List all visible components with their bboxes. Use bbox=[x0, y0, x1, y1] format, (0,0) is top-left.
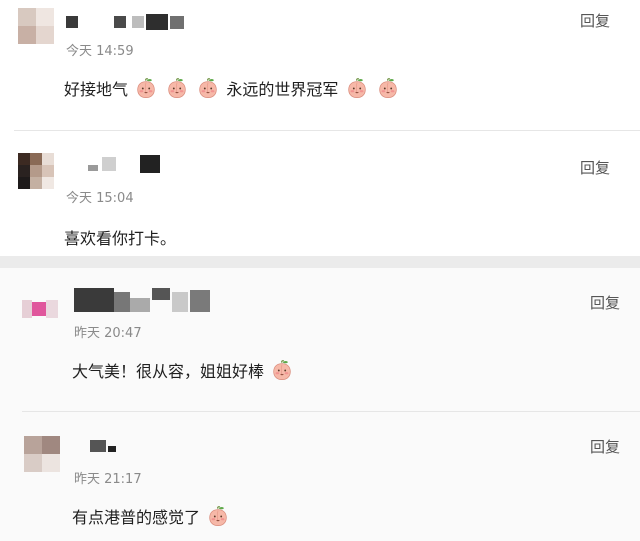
username[interactable] bbox=[66, 14, 186, 34]
comment-text-segment: 有点港普的感觉了 bbox=[72, 508, 201, 527]
comment-text: 喜欢看你打卡。 bbox=[64, 229, 177, 248]
username[interactable] bbox=[88, 155, 168, 175]
peach-face-emoji-icon bbox=[346, 77, 368, 99]
peach-face-emoji-icon bbox=[135, 77, 157, 99]
timestamp: 昨天 20:47 bbox=[74, 326, 142, 341]
comment-item: 昨天 21:17 回复 有点港普的感觉了 bbox=[0, 412, 640, 541]
peach-face-emoji-icon bbox=[271, 359, 293, 381]
peach-face-emoji-icon bbox=[166, 77, 188, 99]
comment-item: 今天 14:59 回复 好接地气 永远的世界冠军 bbox=[0, 0, 640, 130]
comment-text: 有点港普的感觉了 bbox=[72, 504, 231, 528]
avatar[interactable] bbox=[18, 153, 54, 189]
reply-button[interactable]: 回复 bbox=[580, 157, 610, 178]
peach-face-emoji-icon bbox=[207, 505, 229, 527]
comment-text: 大气美！很从容，姐姐好棒 bbox=[72, 358, 295, 382]
avatar[interactable] bbox=[22, 290, 58, 326]
comment-text: 好接地气 永远的世界冠军 bbox=[64, 76, 401, 100]
timestamp: 今天 14:59 bbox=[66, 44, 134, 59]
comment-panel-top: 今天 14:59 回复 好接地气 永远的世界冠军 今天 15:04 回复 喜欢看… bbox=[0, 0, 640, 256]
comment-panel-bottom: 昨天 20:47 回复 大气美！很从容，姐姐好棒 昨天 21:17 回复 有点港… bbox=[0, 268, 640, 541]
reply-button[interactable]: 回复 bbox=[590, 436, 620, 457]
comment-text-segment: 大气美！很从容，姐姐好棒 bbox=[72, 362, 265, 381]
comment-text-segment: 好接地气 bbox=[64, 80, 129, 99]
avatar[interactable] bbox=[18, 8, 54, 44]
comment-item: 昨天 20:47 回复 大气美！很从容，姐姐好棒 bbox=[0, 268, 640, 411]
timestamp: 今天 15:04 bbox=[66, 191, 134, 206]
peach-face-emoji-icon bbox=[197, 77, 219, 99]
peach-face-emoji-icon bbox=[377, 77, 399, 99]
avatar[interactable] bbox=[24, 436, 60, 472]
comment-text-segment: 永远的世界冠军 bbox=[226, 80, 339, 99]
comment-item: 今天 15:04 回复 喜欢看你打卡。 bbox=[0, 131, 640, 256]
username[interactable] bbox=[90, 438, 130, 458]
reply-button[interactable]: 回复 bbox=[590, 292, 620, 313]
username[interactable] bbox=[74, 288, 214, 314]
reply-button[interactable]: 回复 bbox=[580, 10, 610, 31]
timestamp: 昨天 21:17 bbox=[74, 472, 142, 487]
